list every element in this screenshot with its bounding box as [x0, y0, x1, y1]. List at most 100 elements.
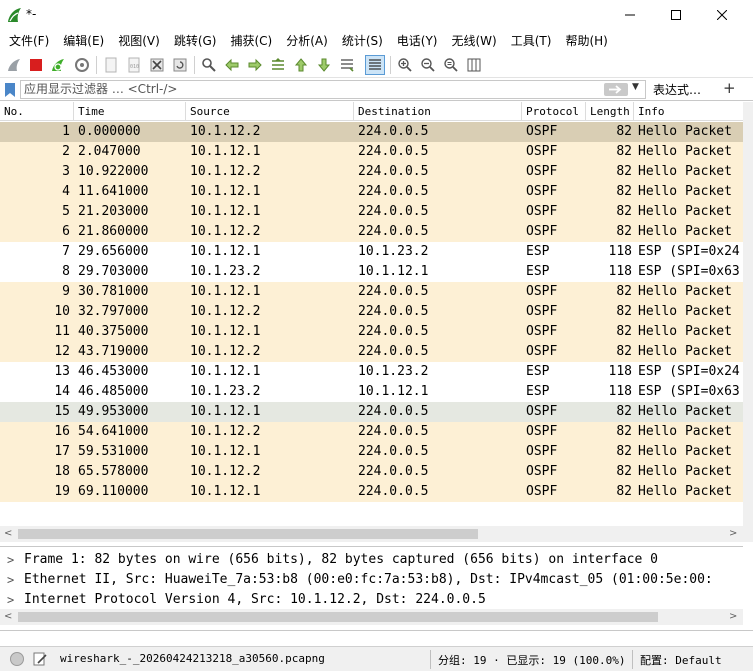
start-capture-button[interactable] [4, 55, 24, 75]
menu-analyze[interactable]: 分析(A) [279, 30, 335, 52]
scroll-right-icon[interactable]: > [729, 611, 737, 622]
detail-row-frame[interactable]: > Frame 1: 82 bytes on wire (656 bits), … [0, 550, 743, 570]
menu-help[interactable]: 帮助(H) [558, 30, 614, 52]
scroll-left-icon[interactable]: < [4, 528, 12, 539]
bookmark-icon[interactable] [4, 82, 16, 98]
minimize-button[interactable] [607, 0, 653, 30]
reload-file-button[interactable] [170, 55, 190, 75]
cell-protocol: ESP [526, 384, 550, 399]
cell-protocol: OSPF [526, 204, 558, 219]
menu-tools[interactable]: 工具(T) [504, 30, 559, 52]
cell-no: 9 [62, 284, 70, 299]
column-header-info[interactable]: Info [634, 102, 753, 121]
packet-row[interactable]: 7 29.656000 10.1.12.1 10.1.23.2 ESP 118 ESP (S… [0, 242, 753, 262]
expand-chevron-icon[interactable]: > [7, 590, 14, 610]
close-file-button[interactable] [147, 55, 167, 75]
menu-telephony[interactable]: 电话(Y) [390, 30, 445, 52]
expert-info-led-icon[interactable] [10, 652, 24, 666]
add-filter-button[interactable]: + [723, 79, 736, 97]
open-file-button[interactable] [101, 55, 121, 75]
go-to-packet-button[interactable] [268, 55, 288, 75]
detail-row-ipv4[interactable]: > Internet Protocol Version 4, Src: 10.1… [0, 590, 743, 610]
capture-options-button[interactable] [72, 55, 92, 75]
packet-row[interactable]: 14 46.485000 10.1.23.2 10.1.12.1 ESP 118 ESP (… [0, 382, 753, 402]
column-header-destination[interactable]: Destination [354, 102, 522, 121]
cell-source: 10.1.23.2 [190, 384, 261, 399]
maximize-icon [671, 10, 681, 20]
find-packet-button[interactable] [199, 55, 219, 75]
packet-row[interactable]: 3 10.922000 10.1.12.2 224.0.0.5 OSPF 82 Hello … [0, 162, 753, 182]
last-packet-button[interactable] [314, 55, 334, 75]
column-header-no[interactable]: No. [0, 102, 74, 121]
apply-filter-button[interactable] [604, 83, 628, 96]
packet-row[interactable]: 8 29.703000 10.1.23.2 10.1.12.1 ESP 118 ESP (S… [0, 262, 753, 282]
zoom-normal-button[interactable] [441, 55, 461, 75]
details-horizontal-scrollbar[interactable]: < > [0, 609, 743, 625]
filter-history-dropdown[interactable]: ▼ [632, 82, 639, 92]
detail-row-ethernet[interactable]: > Ethernet II, Src: HuaweiTe_7a:53:b8 (0… [0, 570, 743, 590]
packet-row[interactable]: 10 32.797000 10.1.12.2 224.0.0.5 OSPF 82 Hello… [0, 302, 753, 322]
menu-wireless[interactable]: 无线(W) [445, 30, 504, 52]
cell-protocol: OSPF [526, 404, 558, 419]
column-header-length[interactable]: Length [586, 102, 634, 121]
save-file-button[interactable]: 010 [124, 55, 144, 75]
cell-no: 19 [54, 484, 70, 499]
expand-chevron-icon[interactable]: > [7, 550, 14, 570]
cell-source: 10.1.12.2 [190, 304, 261, 319]
resize-columns-button[interactable] [464, 55, 484, 75]
packet-row[interactable]: 15 49.953000 10.1.12.1 224.0.0.5 OSPF 82 Hello… [0, 402, 753, 422]
expression-button[interactable]: 表达式… [653, 81, 701, 98]
column-header-protocol[interactable]: Protocol [522, 102, 586, 121]
cell-info: Hello Packet [638, 204, 732, 219]
title-bar: *- [0, 0, 753, 30]
packet-row[interactable]: 18 65.578000 10.1.12.2 224.0.0.5 OSPF 82 Hello… [0, 462, 753, 482]
scroll-left-icon[interactable]: < [4, 611, 12, 622]
packet-row[interactable]: 13 46.453000 10.1.12.1 10.1.23.2 ESP 118 ESP (… [0, 362, 753, 382]
scrollbar-thumb[interactable] [18, 612, 658, 622]
menu-view[interactable]: 视图(V) [111, 30, 167, 52]
cell-protocol: OSPF [526, 144, 558, 159]
menu-go[interactable]: 跳转(G) [167, 30, 224, 52]
packet-row[interactable]: 19 69.110000 10.1.12.1 224.0.0.5 OSPF 82 Hello… [0, 482, 753, 502]
colorize-button[interactable] [365, 55, 385, 75]
close-button[interactable] [699, 0, 745, 30]
packet-row[interactable]: 17 59.531000 10.1.12.1 224.0.0.5 OSPF 82 Hello… [0, 442, 753, 462]
packet-list-vertical-scrollbar[interactable] [743, 102, 753, 542]
zoom-in-button[interactable] [395, 55, 415, 75]
profile-status[interactable]: 配置: Default [640, 652, 722, 668]
cell-source: 10.1.12.1 [190, 324, 261, 339]
maximize-button[interactable] [653, 0, 699, 30]
packet-row[interactable]: 16 54.641000 10.1.12.2 224.0.0.5 OSPF 82 Hello… [0, 422, 753, 442]
cell-info: Hello Packet [638, 464, 732, 479]
scrollbar-thumb[interactable] [18, 529, 478, 539]
go-forward-button[interactable] [245, 55, 265, 75]
go-back-button[interactable] [222, 55, 242, 75]
menu-edit[interactable]: 编辑(E) [56, 30, 111, 52]
column-header-time[interactable]: Time [74, 102, 186, 121]
edit-comment-icon[interactable] [32, 651, 48, 667]
packet-row[interactable]: 4 11.641000 10.1.12.1 224.0.0.5 OSPF 82 Hello … [0, 182, 753, 202]
packet-list-horizontal-scrollbar[interactable]: < > [0, 526, 743, 542]
zoom-out-button[interactable] [418, 55, 438, 75]
menu-capture[interactable]: 捕获(C) [223, 30, 279, 52]
status-separator [632, 650, 633, 669]
packet-row[interactable]: 11 40.375000 10.1.12.1 224.0.0.5 OSPF 82 Hello… [0, 322, 753, 342]
packet-row[interactable]: 9 30.781000 10.1.12.1 224.0.0.5 OSPF 82 Hello … [0, 282, 753, 302]
expand-chevron-icon[interactable]: > [7, 570, 14, 590]
menu-statistics[interactable]: 统计(S) [335, 30, 390, 52]
packet-row[interactable]: 1 0.000000 10.1.12.2 224.0.0.5 OSPF 82 Hello P… [0, 122, 753, 142]
cell-time: 43.719000 [78, 344, 149, 359]
packet-row[interactable]: 2 2.047000 10.1.12.1 224.0.0.5 OSPF 82 Hello P… [0, 142, 753, 162]
packet-row[interactable]: 12 43.719000 10.1.12.2 224.0.0.5 OSPF 82 Hello… [0, 342, 753, 362]
menu-file[interactable]: 文件(F) [2, 30, 56, 52]
column-header-source[interactable]: Source [186, 102, 354, 121]
cell-info: Hello Packet [638, 184, 732, 199]
packet-row[interactable]: 6 21.860000 10.1.12.2 224.0.0.5 OSPF 82 Hello … [0, 222, 753, 242]
first-packet-button[interactable] [291, 55, 311, 75]
auto-scroll-button[interactable] [337, 55, 357, 75]
display-filter-input[interactable]: 应用显示过滤器 … <Ctrl-/> [20, 80, 646, 99]
scroll-right-icon[interactable]: > [729, 528, 737, 539]
restart-capture-button[interactable] [48, 55, 68, 75]
packet-row[interactable]: 5 21.203000 10.1.12.1 224.0.0.5 OSPF 82 Hello … [0, 202, 753, 222]
stop-capture-button[interactable] [26, 55, 46, 75]
